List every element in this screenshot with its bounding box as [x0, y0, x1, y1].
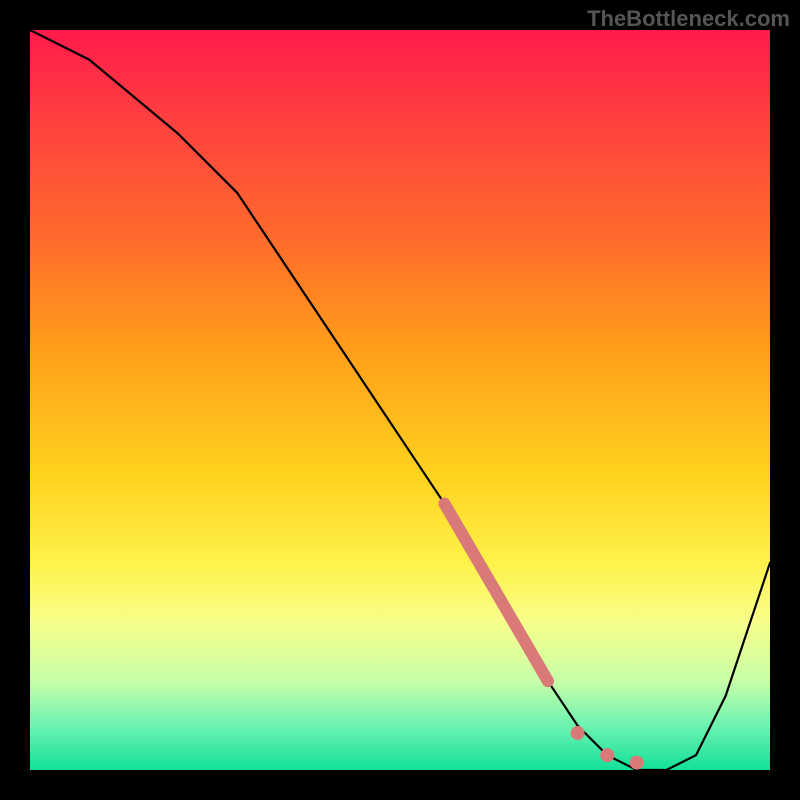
highlight-segment: [444, 504, 548, 682]
highlight-dot: [630, 756, 644, 770]
plot-area: [30, 30, 770, 770]
chart-overlay: [30, 30, 770, 770]
highlight-dot: [600, 748, 614, 762]
highlight-dots: [571, 726, 644, 770]
chart-frame: TheBottleneck.com: [0, 0, 800, 800]
watermark-text: TheBottleneck.com: [587, 6, 790, 32]
highlight-dot: [571, 726, 585, 740]
bottleneck-curve: [30, 30, 770, 770]
